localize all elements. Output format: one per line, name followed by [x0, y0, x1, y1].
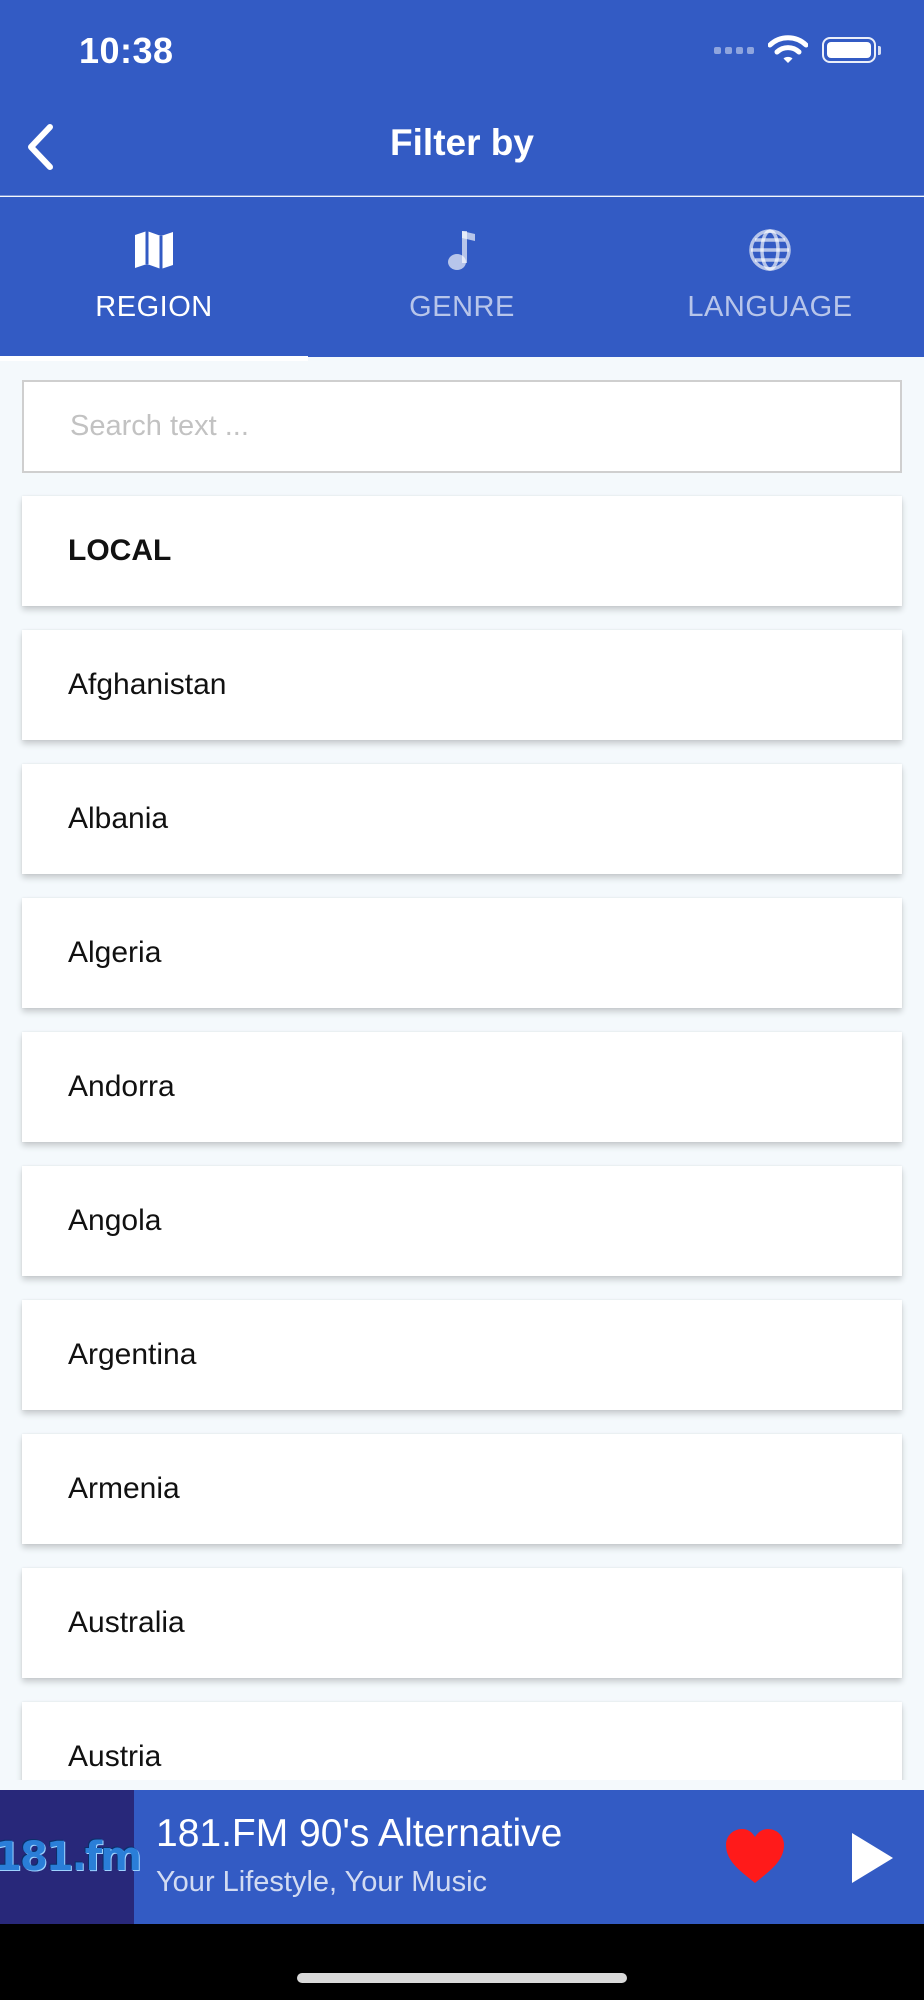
region-item-armenia[interactable]: Armenia: [22, 1434, 902, 1544]
play-button[interactable]: [848, 1830, 896, 1886]
heart-icon: [726, 1829, 784, 1883]
tab-label: GENRE: [409, 291, 515, 323]
tab-language[interactable]: LANGUAGE: [616, 197, 924, 357]
region-label: Andorra: [68, 1070, 175, 1103]
region-item-andorra[interactable]: Andorra: [22, 1032, 902, 1142]
region-label: Australia: [68, 1606, 185, 1639]
tab-genre[interactable]: GENRE: [308, 197, 616, 357]
region-item-austria[interactable]: Austria: [22, 1702, 902, 1780]
favorite-button[interactable]: [724, 1827, 786, 1887]
top-bar: 10:38 Filter by: [0, 0, 924, 196]
search-input[interactable]: [24, 382, 900, 471]
region-label: Armenia: [68, 1472, 180, 1505]
globe-icon: [749, 229, 791, 271]
region-label: Albania: [68, 802, 169, 835]
region-item-albania[interactable]: Albania: [22, 764, 902, 874]
region-item-afghanistan[interactable]: Afghanistan: [22, 630, 902, 740]
status-time: 10:38: [79, 30, 174, 71]
station-subtitle: Your Lifestyle, Your Music: [156, 1866, 488, 1898]
region-label: Afghanistan: [68, 668, 227, 701]
map-icon: [135, 231, 173, 269]
home-indicator[interactable]: [297, 1973, 627, 1983]
mini-player[interactable]: 181.fm 181.FM 90's Alternative Your Life…: [0, 1790, 924, 1924]
search-box: [22, 380, 902, 473]
region-item-local[interactable]: LOCAL: [22, 496, 902, 606]
region-item-algeria[interactable]: Algeria: [22, 898, 902, 1008]
region-item-angola[interactable]: Angola: [22, 1166, 902, 1276]
region-label: Austria: [68, 1740, 162, 1773]
filter-tabs: REGION GENRE LANGUAGE: [0, 197, 924, 361]
region-label: LOCAL: [68, 534, 172, 567]
station-logo: 181.fm: [0, 1790, 142, 1924]
region-label: Angola: [68, 1204, 162, 1237]
region-item-argentina[interactable]: Argentina: [22, 1300, 902, 1410]
play-icon: [852, 1833, 893, 1883]
station-title: 181.FM 90's Alternative: [156, 1812, 563, 1855]
home-indicator-area: [0, 1924, 924, 2000]
tab-label: LANGUAGE: [687, 291, 853, 323]
status-icons: [714, 30, 881, 70]
music-note-icon: [448, 231, 475, 270]
region-item-australia[interactable]: Australia: [22, 1568, 902, 1678]
region-label: Algeria: [68, 936, 162, 969]
page-title: Filter by: [390, 122, 534, 163]
tab-region[interactable]: REGION: [0, 197, 308, 361]
cellular-signal-icon: [714, 46, 754, 54]
battery-icon: [822, 37, 881, 63]
tab-label: REGION: [95, 291, 213, 323]
station-logo-text: 181.fm: [0, 1834, 142, 1880]
region-label: Argentina: [68, 1338, 197, 1371]
wifi-icon: [768, 35, 808, 63]
